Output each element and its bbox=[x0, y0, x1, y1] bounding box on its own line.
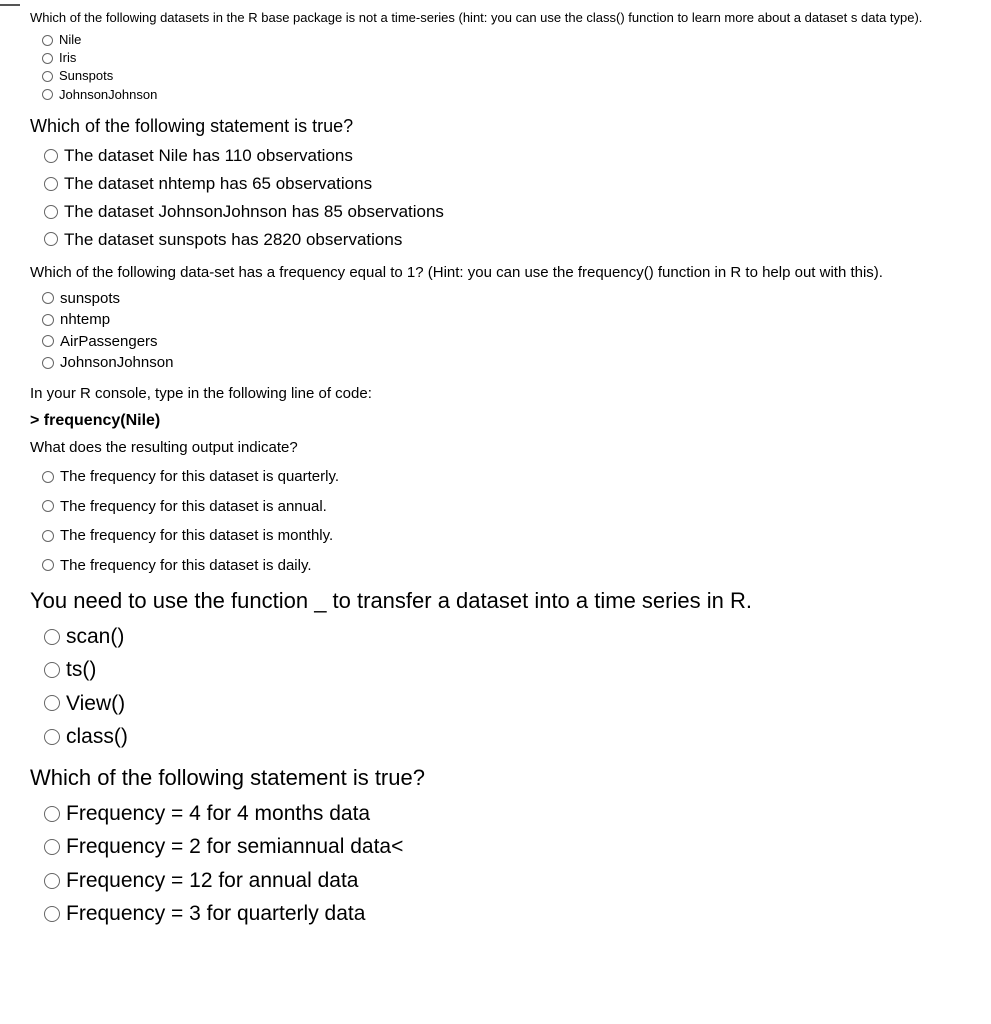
radio-icon[interactable] bbox=[44, 806, 60, 822]
option-label: JohnsonJohnson bbox=[59, 87, 157, 103]
radio-icon[interactable] bbox=[44, 662, 60, 678]
option-row[interactable]: nhtemp bbox=[42, 309, 981, 331]
option-label: The dataset JohnsonJohnson has 85 observ… bbox=[64, 200, 444, 224]
option-label: View() bbox=[66, 689, 125, 718]
radio-icon[interactable] bbox=[44, 177, 58, 191]
code-line: > frequency(Nile) bbox=[30, 412, 981, 430]
radio-icon[interactable] bbox=[42, 335, 54, 347]
option-row[interactable]: Frequency = 2 for semiannual data< bbox=[44, 830, 981, 863]
option-label: Frequency = 3 for quarterly data bbox=[66, 899, 365, 928]
question-3: Which of the following data-set has a fr… bbox=[30, 263, 981, 373]
question-prompt: Which of the following statement is true… bbox=[30, 763, 981, 793]
radio-icon[interactable] bbox=[42, 314, 54, 326]
radio-icon[interactable] bbox=[44, 695, 60, 711]
option-row[interactable]: Sunspots bbox=[42, 67, 981, 85]
question-prompt: Which of the following data-set has a fr… bbox=[30, 263, 981, 283]
option-label: The frequency for this dataset is annual… bbox=[60, 497, 327, 517]
question-subprompt: What does the resulting output indicate? bbox=[30, 438, 981, 458]
options-list: The frequency for this dataset is quarte… bbox=[30, 466, 981, 576]
radio-icon[interactable] bbox=[44, 873, 60, 889]
radio-icon[interactable] bbox=[42, 89, 53, 100]
question-6: Which of the following statement is true… bbox=[30, 763, 981, 930]
option-row[interactable]: Iris bbox=[42, 49, 981, 67]
radio-icon[interactable] bbox=[42, 500, 54, 512]
radio-icon[interactable] bbox=[42, 292, 54, 304]
radio-icon[interactable] bbox=[44, 232, 58, 246]
option-row[interactable]: class() bbox=[44, 720, 981, 753]
option-label: The dataset sunspots has 2820 observatio… bbox=[64, 228, 402, 252]
option-label: Frequency = 2 for semiannual data< bbox=[66, 832, 403, 861]
option-row[interactable]: The frequency for this dataset is annual… bbox=[42, 496, 981, 518]
radio-icon[interactable] bbox=[42, 559, 54, 571]
radio-icon[interactable] bbox=[42, 471, 54, 483]
option-label: scan() bbox=[66, 622, 124, 651]
option-label: Nile bbox=[59, 32, 81, 48]
radio-icon[interactable] bbox=[42, 35, 53, 46]
radio-icon[interactable] bbox=[42, 71, 53, 82]
radio-icon[interactable] bbox=[42, 357, 54, 369]
option-row[interactable]: The dataset sunspots has 2820 observatio… bbox=[44, 226, 981, 254]
option-row[interactable]: The dataset JohnsonJohnson has 85 observ… bbox=[44, 198, 981, 226]
option-label: The dataset nhtemp has 65 observations bbox=[64, 172, 372, 196]
option-label: Frequency = 4 for 4 months data bbox=[66, 799, 370, 828]
option-label: The frequency for this dataset is quarte… bbox=[60, 467, 339, 487]
option-label: Sunspots bbox=[59, 68, 113, 84]
option-label: The frequency for this dataset is monthl… bbox=[60, 526, 333, 546]
option-row[interactable]: scan() bbox=[44, 620, 981, 653]
option-row[interactable]: Frequency = 4 for 4 months data bbox=[44, 797, 981, 830]
option-row[interactable]: Nile bbox=[42, 31, 981, 49]
option-row[interactable]: Frequency = 12 for annual data bbox=[44, 864, 981, 897]
question-prompt: You need to use the function _ to transf… bbox=[30, 586, 981, 616]
question-prompt: In your R console, type in the following… bbox=[30, 384, 981, 404]
option-row[interactable]: JohnsonJohnson bbox=[42, 352, 981, 374]
question-prompt: Which of the following datasets in the R… bbox=[30, 10, 981, 27]
option-label: The dataset Nile has 110 observations bbox=[64, 144, 353, 168]
options-list: sunspots nhtemp AirPassengers JohnsonJoh… bbox=[30, 288, 981, 374]
option-row[interactable]: AirPassengers bbox=[42, 331, 981, 353]
option-row[interactable]: ts() bbox=[44, 653, 981, 686]
question-1: Which of the following datasets in the R… bbox=[30, 10, 981, 104]
option-row[interactable]: The dataset nhtemp has 65 observations bbox=[44, 170, 981, 198]
option-row[interactable]: The frequency for this dataset is monthl… bbox=[42, 525, 981, 547]
option-label: nhtemp bbox=[60, 310, 110, 330]
radio-icon[interactable] bbox=[44, 629, 60, 645]
option-label: AirPassengers bbox=[60, 332, 158, 352]
options-list: Nile Iris Sunspots JohnsonJohnson bbox=[30, 31, 981, 104]
option-row[interactable]: View() bbox=[44, 687, 981, 720]
radio-icon[interactable] bbox=[44, 205, 58, 219]
decorative-top-mark bbox=[0, 4, 20, 6]
option-label: JohnsonJohnson bbox=[60, 353, 173, 373]
option-row[interactable]: JohnsonJohnson bbox=[42, 86, 981, 104]
radio-icon[interactable] bbox=[44, 149, 58, 163]
radio-icon[interactable] bbox=[44, 729, 60, 745]
options-list: Frequency = 4 for 4 months data Frequenc… bbox=[30, 797, 981, 931]
option-row[interactable]: The frequency for this dataset is quarte… bbox=[42, 466, 981, 488]
option-label: Iris bbox=[59, 50, 76, 66]
option-row[interactable]: The dataset Nile has 110 observations bbox=[44, 142, 981, 170]
question-5: You need to use the function _ to transf… bbox=[30, 586, 981, 753]
option-label: sunspots bbox=[60, 289, 120, 309]
radio-icon[interactable] bbox=[44, 839, 60, 855]
question-prompt: Which of the following statement is true… bbox=[30, 114, 981, 138]
option-row[interactable]: The frequency for this dataset is daily. bbox=[42, 555, 981, 577]
option-label: class() bbox=[66, 722, 128, 751]
option-row[interactable]: sunspots bbox=[42, 288, 981, 310]
option-label: Frequency = 12 for annual data bbox=[66, 866, 358, 895]
radio-icon[interactable] bbox=[42, 530, 54, 542]
options-list: The dataset Nile has 110 observations Th… bbox=[30, 142, 981, 253]
radio-icon[interactable] bbox=[44, 906, 60, 922]
options-list: scan() ts() View() class() bbox=[30, 620, 981, 754]
question-4: In your R console, type in the following… bbox=[30, 384, 981, 577]
option-label: The frequency for this dataset is daily. bbox=[60, 556, 312, 576]
option-label: ts() bbox=[66, 655, 96, 684]
radio-icon[interactable] bbox=[42, 53, 53, 64]
option-row[interactable]: Frequency = 3 for quarterly data bbox=[44, 897, 981, 930]
question-2: Which of the following statement is true… bbox=[30, 114, 981, 253]
